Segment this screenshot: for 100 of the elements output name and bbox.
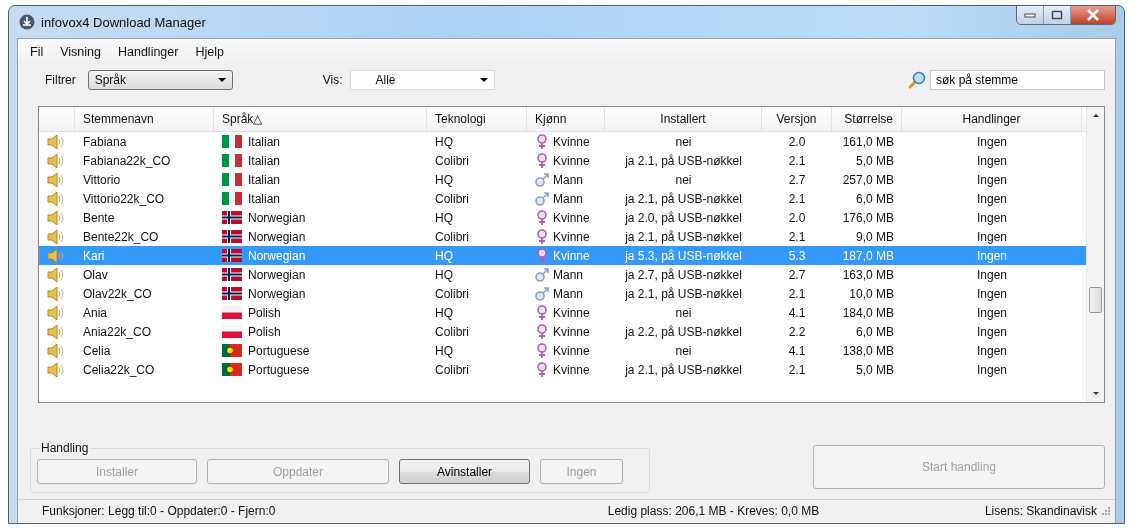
speaker-icon bbox=[47, 361, 65, 378]
table-cell: Kari bbox=[83, 248, 105, 263]
table-cell: 2.0 bbox=[788, 134, 806, 149]
flag-icon bbox=[222, 192, 242, 205]
table-cell: ja 2.1, på USB-nøkkel bbox=[625, 362, 742, 377]
table-row[interactable]: Bente22k_CO Norwegian Colibri Kvinne ja 2.1, på USB-nøkkel 2.1 9,0 MB Ingen bbox=[39, 227, 1086, 246]
speaker-icon bbox=[47, 247, 65, 264]
status-text: Ledig plass: 206,1 MB - Kreves: 0,0 MB bbox=[607, 504, 820, 518]
table-cell: 2.1 bbox=[788, 286, 806, 301]
table-cell: Ingen bbox=[977, 343, 1007, 358]
column-header[interactable]: Teknologi bbox=[427, 107, 527, 131]
column-header[interactable]: Installert bbox=[605, 107, 762, 131]
action-button[interactable]: Avinstaller bbox=[399, 459, 530, 484]
table-row[interactable]: Fabiana22k_CO Italian Colibri Kvinne ja 2.1, på USB-nøkkel 2.1 5,0 MB Ingen bbox=[39, 151, 1086, 170]
table-cell: HQ bbox=[435, 210, 453, 225]
male-icon bbox=[535, 190, 549, 207]
flag-icon bbox=[222, 268, 242, 281]
scrollbar[interactable] bbox=[1086, 107, 1104, 402]
table-row[interactable]: Celia Portuguese HQ Kvinne nei 4.1 138,0 MB Ingen bbox=[39, 341, 1086, 360]
table-cell: Italian bbox=[248, 191, 281, 206]
menu-item[interactable]: Hjelp bbox=[189, 45, 235, 65]
close-button[interactable] bbox=[1071, 6, 1115, 24]
table-row[interactable]: Vittorio Italian HQ Mann nei 2.7 257,0 MB Ingen bbox=[39, 170, 1086, 189]
scrollbar-thumb[interactable] bbox=[1089, 287, 1102, 313]
table-cell: Norwegian bbox=[248, 267, 306, 282]
resize-grip-icon bbox=[1101, 506, 1111, 516]
column-header[interactable]: Språk△ bbox=[214, 107, 427, 131]
status-text: Lisens: Skandinavisk bbox=[984, 504, 1097, 518]
search-icon bbox=[907, 70, 927, 90]
female-icon bbox=[535, 152, 549, 169]
table-cell: Ingen bbox=[977, 153, 1007, 168]
table-cell: Kvinne bbox=[553, 229, 590, 244]
table-cell: Polish bbox=[248, 324, 281, 339]
table-cell: 6,0 MB bbox=[856, 324, 894, 339]
table-cell: 2.0 bbox=[788, 210, 806, 225]
table-cell: Colibri bbox=[435, 286, 469, 301]
table-cell: Kvinne bbox=[553, 210, 590, 225]
flag-icon bbox=[222, 363, 242, 376]
table-cell: Colibri bbox=[435, 229, 469, 244]
table-cell: Vittorio22k_CO bbox=[83, 191, 165, 206]
table-cell: Celia bbox=[83, 343, 111, 358]
speaker-icon bbox=[47, 285, 65, 302]
flag-icon bbox=[222, 306, 242, 319]
window-title: infovox4 Download Manager bbox=[41, 14, 206, 30]
table-cell: Ingen bbox=[977, 362, 1007, 377]
column-header[interactable]: Kjønn bbox=[527, 107, 605, 131]
menu-item[interactable]: Fil bbox=[24, 45, 55, 65]
table-cell: Ania22k_CO bbox=[83, 324, 152, 339]
table-cell: nei bbox=[675, 343, 692, 358]
maximize-button[interactable] bbox=[1044, 6, 1071, 24]
table-cell: 257,0 MB bbox=[842, 172, 894, 187]
speaker-icon bbox=[47, 342, 65, 359]
table-cell: Norwegian bbox=[248, 286, 306, 301]
column-header[interactable]: Versjon bbox=[762, 107, 832, 131]
flag-icon bbox=[222, 173, 242, 186]
table-row[interactable]: Celia22k_CO Portuguese Colibri Kvinne ja 2.1, på USB-nøkkel 2.1 5,0 MB Ingen bbox=[39, 360, 1086, 379]
status-text: Funksjoner: Legg til:0 - Oppdater:0 - Fjern:0 bbox=[42, 504, 277, 518]
table-cell: Bente bbox=[83, 210, 115, 225]
table-row[interactable]: Ania Polish HQ Kvinne nei 4.1 184,0 MB Ingen bbox=[39, 303, 1086, 322]
close-icon bbox=[1086, 9, 1100, 21]
table-cell: Olav22k_CO bbox=[83, 286, 152, 301]
column-header[interactable]: Stemmenavn bbox=[75, 107, 214, 131]
table-cell: nei bbox=[675, 134, 692, 149]
menu-item[interactable]: Visning bbox=[54, 45, 112, 65]
table-cell: 176,0 MB bbox=[842, 210, 894, 225]
table-cell: Colibri bbox=[435, 153, 469, 168]
column-header[interactable]: Handlinger bbox=[902, 107, 1082, 131]
flag-icon bbox=[222, 230, 242, 243]
table-cell: Mann bbox=[553, 191, 584, 206]
show-dropdown[interactable]: Alle bbox=[350, 70, 496, 90]
speaker-icon bbox=[47, 152, 65, 169]
table-cell: 184,0 MB bbox=[842, 305, 894, 320]
table-row[interactable]: Bente Norwegian HQ Kvinne ja 2.0, på USB-nøkkel 2.0 176,0 MB Ingen bbox=[39, 208, 1086, 227]
table-cell: Ingen bbox=[977, 305, 1007, 320]
table-cell: Kvinne bbox=[553, 343, 590, 358]
table-cell: Italian bbox=[248, 153, 281, 168]
table-cell: HQ bbox=[435, 305, 453, 320]
table-cell: ja 2.0, på USB-nøkkel bbox=[625, 210, 742, 225]
female-icon bbox=[535, 342, 549, 359]
male-icon bbox=[535, 171, 549, 188]
table-row[interactable]: Olav Norwegian HQ Mann ja 2.7, på USB-nøkkel 2.7 163,0 MB Ingen bbox=[39, 265, 1086, 284]
search-field[interactable]: søk på stemme bbox=[930, 70, 1105, 90]
table-row[interactable]: Fabiana Italian HQ Kvinne nei 2.0 161,0 MB Ingen bbox=[39, 132, 1086, 151]
table-cell: ja 2.1, på USB-nøkkel bbox=[625, 153, 742, 168]
table-row[interactable]: Vittorio22k_CO Italian Colibri Mann ja 2.1, på USB-nøkkel 2.1 6,0 MB Ingen bbox=[39, 189, 1086, 208]
table-cell: Kvinne bbox=[553, 153, 590, 168]
table-cell: Mann bbox=[553, 267, 584, 282]
speaker-icon bbox=[47, 171, 65, 188]
table-cell: Polish bbox=[248, 305, 281, 320]
download-icon bbox=[19, 14, 35, 30]
column-header[interactable]: Størrelse bbox=[832, 107, 902, 131]
menu-item[interactable]: Handlinger bbox=[112, 45, 190, 65]
table-cell: Ingen bbox=[977, 172, 1007, 187]
table-row[interactable]: Ania22k_CO Polish Colibri Kvinne ja 2.2, på USB-nøkkel 2.2 6,0 MB Ingen bbox=[39, 322, 1086, 341]
speaker-icon bbox=[47, 133, 65, 150]
table-row[interactable]: Olav22k_CO Norwegian Colibri Mann ja 2.1, på USB-nøkkel 2.1 10,0 MB Ingen bbox=[39, 284, 1086, 303]
table-cell: 5.3 bbox=[788, 248, 806, 263]
table-cell: Ingen bbox=[977, 134, 1007, 149]
table-cell: 5,0 MB bbox=[856, 362, 894, 377]
filter-dropdown[interactable]: Språk bbox=[87, 70, 233, 90]
